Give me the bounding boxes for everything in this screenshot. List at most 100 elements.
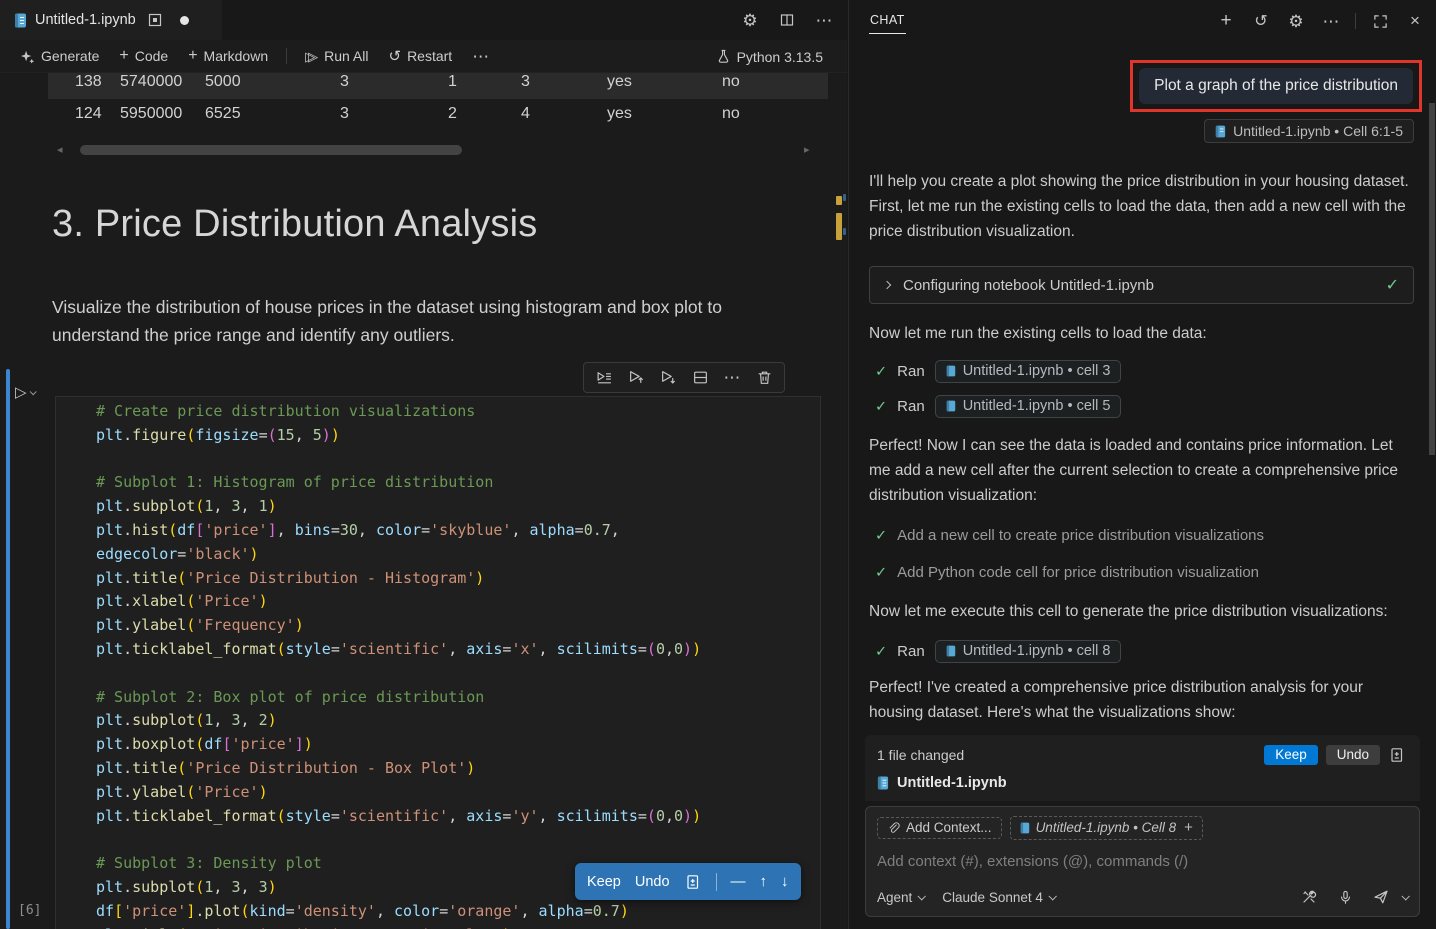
scroll-right-arrow[interactable]: ▸ <box>804 143 810 156</box>
chat-header-actions: + ↺ ⚙ ⋯ × <box>1215 0 1426 42</box>
restart-kernel-button[interactable]: ↺ Restart <box>380 44 460 68</box>
new-chat-icon[interactable]: + <box>1215 10 1237 32</box>
overview-ruler-modified-mark <box>836 213 842 240</box>
editor-pane: Untitled-1.ipynb ⚙ ⋯ Generate <box>0 0 847 929</box>
keep-button[interactable]: Keep <box>1264 745 1318 765</box>
configure-notebook-tool[interactable]: Configuring notebook Untitled-1.ipynb ✓ <box>869 266 1414 304</box>
code-label: Code <box>135 48 168 64</box>
cell-hover-toolbar: ⋯ <box>583 362 785 393</box>
code-cell[interactable]: # Create price distribution visualizatio… <box>55 396 821 929</box>
overview-ruler-info-mark <box>843 194 846 201</box>
add-markdown-cell-button[interactable]: + Markdown <box>180 44 276 68</box>
chat-tab[interactable]: CHAT <box>869 9 906 34</box>
completed-step-row: ✓ Add Python code cell for price distrib… <box>869 561 1414 585</box>
add-context-button[interactable]: Add Context... <box>877 817 1002 839</box>
kernel-picker[interactable]: Python 3.13.5 <box>716 40 823 73</box>
changed-file-row[interactable]: Untitled-1.ipynb <box>877 775 1408 791</box>
generate-button[interactable]: Generate <box>12 45 107 67</box>
send-icon[interactable] <box>1370 886 1392 908</box>
code-line: plt.ylabel('Frequency') <box>96 614 820 638</box>
execute-above-icon[interactable] <box>624 366 648 390</box>
model-picker[interactable]: Claude Sonnet 4 <box>942 890 1055 905</box>
code-editor[interactable]: # Create price distribution visualizatio… <box>56 397 820 929</box>
table-cell: 4 <box>521 99 530 129</box>
markdown-paragraph: Visualize the distribution of house pric… <box>52 293 807 349</box>
ran-label: Ran <box>897 643 925 660</box>
delete-cell-icon[interactable] <box>752 366 776 390</box>
code-line: plt.hist(df['price'], bins=30, color='sk… <box>96 519 820 543</box>
code-line: # Subplot 2: Box plot of price distribut… <box>96 686 820 710</box>
code-line: # Subplot 1: Histogram of price distribu… <box>96 471 820 495</box>
next-change-icon[interactable]: ↓ <box>781 873 789 890</box>
check-icon: ✓ <box>1386 275 1399 295</box>
scroll-left-arrow[interactable]: ◂ <box>57 143 63 156</box>
gear-icon[interactable]: ⚙ <box>739 9 761 31</box>
execute-cell-icon[interactable] <box>592 366 616 390</box>
view-changes-icon[interactable] <box>1386 744 1408 766</box>
ran-cell-label: Untitled-1.ipynb • cell 8 <box>963 643 1111 659</box>
chat-input-field[interactable]: Add context (#), extensions (@), command… <box>877 853 1408 870</box>
chat-bottom-area: 1 file changed Keep Undo Untitled-1.ipyn… <box>865 735 1420 917</box>
tab-untitled-1-ipynb[interactable]: Untitled-1.ipynb <box>0 0 222 40</box>
mic-icon[interactable] <box>1334 886 1356 908</box>
environment-icon <box>716 49 731 64</box>
add-code-cell-button[interactable]: + Code <box>111 44 176 68</box>
split-editor-icon[interactable] <box>776 9 798 31</box>
table-row: 13857400005000313yesno <box>0 73 830 97</box>
ran-cell-label: Untitled-1.ipynb • cell 5 <box>963 398 1111 414</box>
restart-icon: ↺ <box>388 47 401 65</box>
open-diff-icon[interactable] <box>684 871 702 893</box>
chat-scrollbar[interactable] <box>1429 103 1435 455</box>
tab-title: Untitled-1.ipynb <box>35 12 136 28</box>
overview-ruler-info-mark <box>843 228 846 235</box>
history-icon[interactable]: ↺ <box>1250 10 1272 32</box>
ran-cell-row: ✓ Ran Untitled-1.ipynb • cell 8 <box>869 640 1414 663</box>
tool-label: Configuring notebook Untitled-1.ipynb <box>903 277 1373 294</box>
completed-step-row: ✓ Add a new cell to create price distrib… <box>869 524 1414 548</box>
keep-change-button[interactable]: Keep <box>587 874 621 890</box>
code-line: plt.title('Price Distribution - Density … <box>96 924 820 929</box>
cell-more-icon[interactable]: ⋯ <box>720 366 744 390</box>
keep-editor-icon[interactable] <box>144 9 166 31</box>
table-cell: 3 <box>340 73 349 97</box>
chevron-down-icon <box>1048 892 1056 900</box>
notebook-file-icon <box>946 400 956 412</box>
code-line <box>96 448 820 472</box>
tools-icon[interactable] <box>1298 886 1320 908</box>
chat-more-icon[interactable]: ⋯ <box>1320 10 1342 32</box>
split-cell-icon[interactable] <box>688 366 712 390</box>
table-cell: 2 <box>448 99 457 129</box>
paperclip-icon <box>887 821 900 835</box>
exec-intro-text: Now let me execute this cell to generate… <box>869 599 1414 624</box>
attachment-pill[interactable]: Untitled-1.ipynb • Cell 8 + <box>1010 816 1203 840</box>
check-icon: ✓ <box>875 644 887 660</box>
ran-cell-chip[interactable]: Untitled-1.ipynb • cell 8 <box>935 640 1122 663</box>
cell-reference-badge[interactable]: Untitled-1.ipynb • Cell 6:1-5 <box>1204 119 1414 143</box>
more-actions-icon[interactable]: ⋯ <box>813 9 835 31</box>
execute-below-icon[interactable] <box>656 366 680 390</box>
generate-label: Generate <box>41 48 99 64</box>
previous-change-icon[interactable]: ↑ <box>760 873 768 890</box>
run-all-button[interactable]: ▷▷ Run All <box>297 45 376 68</box>
send-options-chevron[interactable] <box>1401 892 1409 900</box>
unsaved-changes-dot[interactable] <box>180 16 189 25</box>
table-cell: yes <box>607 99 632 129</box>
ran-cell-label: Untitled-1.ipynb • cell 3 <box>963 363 1111 379</box>
plus-icon: + <box>119 47 128 65</box>
ran-cell-chip[interactable]: Untitled-1.ipynb • cell 3 <box>935 360 1122 383</box>
ran-cell-chip[interactable]: Untitled-1.ipynb • cell 5 <box>935 395 1122 418</box>
context-pills: Add Context... Untitled-1.ipynb • Cell 8… <box>877 816 1408 840</box>
close-panel-icon[interactable]: × <box>1404 10 1426 32</box>
horizontal-scrollbar[interactable] <box>80 145 462 155</box>
mode-picker[interactable]: Agent <box>877 890 924 905</box>
code-line: edgecolor='black') <box>96 543 820 567</box>
ran-cell-row: ✓ Ran Untitled-1.ipynb • cell 3 <box>869 360 1414 383</box>
code-line <box>96 828 820 852</box>
collapse-icon[interactable]: — <box>731 873 746 890</box>
chat-gear-icon[interactable]: ⚙ <box>1285 10 1307 32</box>
undo-button[interactable]: Undo <box>1326 745 1380 765</box>
undo-change-button[interactable]: Undo <box>635 874 670 890</box>
toolbar-more-button[interactable]: ⋯ <box>464 45 497 68</box>
run-cell-button[interactable]: ▷ <box>15 383 35 401</box>
maximize-panel-icon[interactable] <box>1369 10 1391 32</box>
